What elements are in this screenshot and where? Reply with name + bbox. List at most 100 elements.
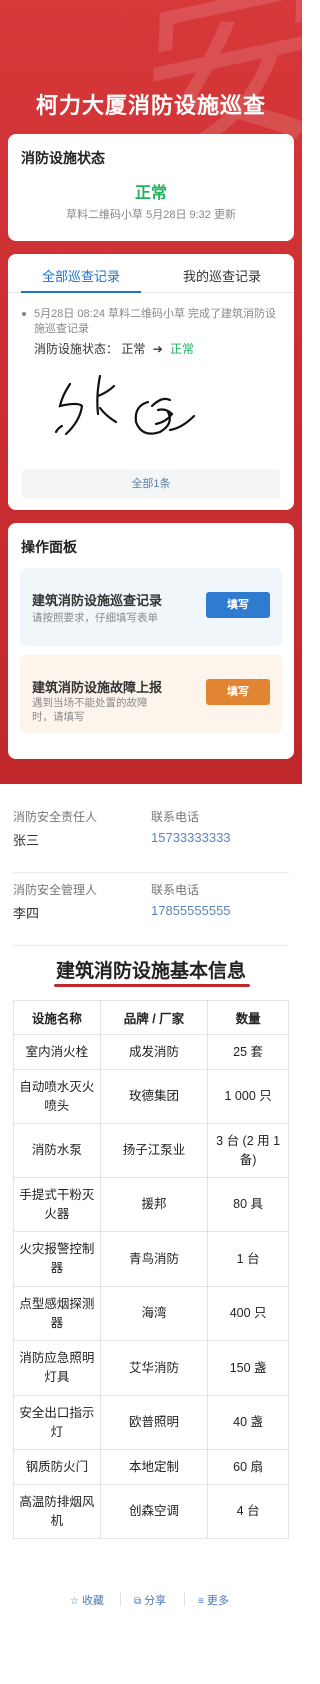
facility-quantity: 1 000 只 [207, 1069, 289, 1124]
contact-name: 李四 [13, 906, 40, 921]
facility-quantity: 3 台 (2 用 1 备) [207, 1123, 289, 1178]
facility-name: 火灾报警控制器 [13, 1231, 101, 1287]
divider [120, 1592, 121, 1606]
table-row: 火灾报警控制器 青鸟消防 1 台 [13, 1231, 289, 1287]
status-updated-meta: 草料二维码小草 5月28日 9:32 更新 [66, 209, 236, 221]
column-header: 设施名称 [13, 1000, 101, 1035]
op-title: 建筑消防设施巡查记录 [32, 593, 163, 608]
share-label: 分享 [144, 1595, 167, 1607]
facility-name: 钢质防火门 [13, 1449, 101, 1485]
fill-fault-button[interactable]: 填写 [206, 679, 270, 705]
records-tabs: 全部巡查记录 我的巡查记录 [8, 254, 294, 293]
phone-label: 联系电话 [151, 883, 200, 897]
op-title: 建筑消防设施故障上报 [32, 680, 163, 695]
op-inspection-record[interactable]: 建筑消防设施巡查记录 请按照要求，仔细填写表单 填写 [20, 568, 282, 646]
favorite-label: 收藏 [81, 1595, 104, 1607]
facility-quantity: 4 台 [207, 1484, 289, 1539]
table-row: 自动喷水灭火喷头 玫德集团 1 000 只 [13, 1069, 289, 1124]
contacts-section: 消防安全责任人 张三 联系电话 15733333333 消防安全管理人 李四 联… [13, 800, 289, 946]
facility-brand: 玫德集团 [99, 1069, 209, 1124]
share-icon: ⧉ [134, 1596, 142, 1607]
table-row: 钢质防火门 本地定制 60 扇 [13, 1449, 289, 1485]
table-row: 高温防排烟风机 创森空调 4 台 [13, 1484, 289, 1539]
record-status-new: 正常 [170, 342, 195, 356]
facility-brand: 援邦 [99, 1177, 209, 1232]
divider [184, 1592, 185, 1606]
share-button[interactable]: ⧉ 分享 [134, 1592, 166, 1608]
fill-inspection-button[interactable]: 填写 [206, 592, 270, 618]
contact-row: 消防安全责任人 张三 联系电话 15733333333 [13, 800, 289, 873]
facility-name: 点型感烟探测器 [13, 1286, 101, 1341]
facility-name: 自动喷水灭火喷头 [13, 1069, 101, 1124]
star-icon: ☆ [70, 1596, 79, 1607]
phone-label: 联系电话 [151, 810, 200, 824]
column-header: 数量 [207, 1000, 289, 1035]
contact-role-label: 消防安全责任人 [13, 810, 98, 824]
facility-name: 室内消火栓 [13, 1034, 101, 1070]
contact-role-label: 消防安全管理人 [13, 883, 98, 897]
info-section-title: 建筑消防设施基本信息 [55, 961, 246, 982]
table-row: 消防水泵 扬子江泵业 3 台 (2 用 1 备) [13, 1123, 289, 1178]
table-row: 消防应急照明灯具 艾华消防 150 盏 [13, 1340, 289, 1396]
column-header: 品牌 / 厂家 [99, 1000, 209, 1035]
more-button[interactable]: ≡ 更多 [198, 1592, 229, 1608]
record-status-label: 消防设施状态： [34, 342, 119, 356]
facility-brand: 扬子江泵业 [99, 1123, 209, 1178]
status-value: 正常 [134, 185, 167, 202]
arrow-right-icon: ➔ [152, 342, 163, 356]
contact-name: 张三 [13, 833, 40, 848]
more-label: 更多 [206, 1595, 229, 1607]
op-description: 遇到当场不能处置的故障时，请填写 [32, 697, 148, 723]
facility-quantity: 150 盏 [207, 1340, 289, 1396]
phone-link[interactable]: 15733333333 [151, 830, 231, 845]
table-row: 手提式干粉灭火器 援邦 80 具 [13, 1177, 289, 1232]
records-total-button[interactable]: 全部1条 [22, 469, 280, 499]
operation-panel: 操作面板 建筑消防设施巡查记录 请按照要求，仔细填写表单 填写 建筑消防设施故障… [8, 523, 294, 759]
tab-all-records[interactable]: 全部巡查记录 [21, 266, 141, 285]
hero-banner: 安 柯力大厦消防设施巡查 消防设施状态 正常 草料二维码小草 5月28日 9:3… [0, 0, 302, 784]
phone-link[interactable]: 17855555555 [151, 903, 231, 918]
op-description: 请按照要求，仔细填写表单 [32, 612, 158, 624]
records-card: 全部巡查记录 我的巡查记录 5月28日 08:24 草料二维码小草 完成了建筑消… [8, 254, 294, 510]
table-header-row: 设施名称 品牌 / 厂家 数量 [13, 1000, 289, 1035]
page-title: 柯力大厦消防设施巡查 [35, 93, 266, 118]
facility-quantity: 1 台 [207, 1231, 289, 1287]
record-entry-text[interactable]: 5月28日 08:24 草料二维码小草 完成了建筑消防设施巡查记录 [34, 307, 284, 337]
signature-image [54, 374, 196, 436]
table-row: 点型感烟探测器 海湾 400 只 [13, 1286, 289, 1341]
facility-name: 消防应急照明灯具 [13, 1340, 101, 1396]
footer-actions: ☆ 收藏 ⧉ 分享 ≡ 更多 [0, 1590, 302, 1610]
facility-brand: 成发消防 [99, 1034, 209, 1070]
favorite-button[interactable]: ☆ 收藏 [70, 1592, 104, 1608]
title-underline [54, 984, 250, 987]
status-card: 消防设施状态 正常 草料二维码小草 5月28日 9:32 更新 [8, 134, 294, 241]
table-row: 安全出口指示灯 欧普照明 40 盏 [13, 1395, 289, 1450]
facility-brand: 海湾 [99, 1286, 209, 1341]
op-fault-report[interactable]: 建筑消防设施故障上报 遇到当场不能处置的故障时，请填写 填写 [20, 655, 282, 733]
table-row: 室内消火栓 成发消防 25 套 [13, 1034, 289, 1070]
facility-quantity: 40 盏 [207, 1395, 289, 1450]
facility-name: 安全出口指示灯 [13, 1395, 101, 1450]
facility-table: 设施名称 品牌 / 厂家 数量 室内消火栓 成发消防 25 套 自动喷水灭火喷头… [13, 1000, 289, 1539]
facility-quantity: 400 只 [207, 1286, 289, 1341]
facility-brand: 创森空调 [99, 1484, 209, 1539]
facility-brand: 本地定制 [99, 1449, 209, 1485]
facility-brand: 青鸟消防 [99, 1231, 209, 1287]
operation-panel-heading: 操作面板 [21, 539, 77, 555]
active-tab-indicator [21, 291, 141, 293]
facility-brand: 艾华消防 [99, 1340, 209, 1396]
facility-quantity: 25 套 [207, 1034, 289, 1070]
facility-name: 手提式干粉灭火器 [13, 1177, 101, 1232]
facility-name: 高温防排烟风机 [13, 1484, 101, 1539]
facility-quantity: 60 扇 [207, 1449, 289, 1485]
record-entry-status: 消防设施状态： 正常 ➔ 正常 [34, 340, 194, 357]
contact-row: 消防安全管理人 李四 联系电话 17855555555 [13, 873, 289, 946]
status-card-heading: 消防设施状态 [21, 150, 105, 166]
tab-my-records[interactable]: 我的巡查记录 [162, 266, 282, 285]
facility-brand: 欧普照明 [99, 1395, 209, 1450]
timeline-dot [22, 312, 26, 316]
more-icon: ≡ [198, 1596, 204, 1607]
facility-quantity: 80 具 [207, 1177, 289, 1232]
record-status-old: 正常 [121, 342, 146, 356]
facility-name: 消防水泵 [13, 1123, 101, 1178]
